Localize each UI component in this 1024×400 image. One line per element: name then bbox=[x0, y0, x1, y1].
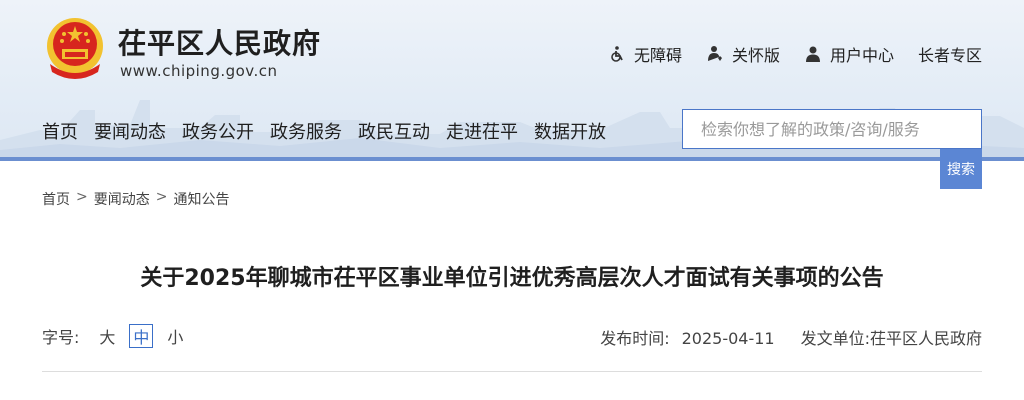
care-icon bbox=[707, 46, 722, 61]
publish-time: 发布时间: 2025-04-11 bbox=[600, 325, 774, 349]
nav-home[interactable]: 首页 bbox=[42, 118, 78, 144]
nav-gov-services[interactable]: 政务服务 bbox=[270, 118, 342, 144]
issuer-value: 茌平区人民政府 bbox=[869, 329, 982, 348]
user-center-label: 用户中心 bbox=[829, 46, 894, 65]
breadcrumb-notices[interactable]: 通知公告 bbox=[173, 189, 229, 209]
breadcrumb-news[interactable]: 要闻动态 bbox=[94, 189, 150, 209]
font-size-medium[interactable]: 中 bbox=[129, 324, 154, 348]
top-links: 无障碍 关怀版 用户中心 长者专区 bbox=[608, 42, 982, 66]
elderly-zone-link[interactable]: 长者专区 bbox=[918, 42, 982, 66]
main-nav: 首页 要闻动态 政务公开 政务服务 政民互动 走进茌平 数据开放 bbox=[42, 118, 606, 144]
site-title[interactable]: 茌平区人民政府 bbox=[118, 22, 321, 62]
user-center-link[interactable]: 用户中心 bbox=[804, 42, 894, 66]
issuer: 发文单位:茌平区人民政府 bbox=[801, 325, 982, 349]
search-input[interactable] bbox=[682, 109, 982, 149]
breadcrumb: 首页 > 要闻动态 > 通知公告 bbox=[42, 189, 229, 209]
header-divider bbox=[0, 157, 1024, 161]
font-size-large[interactable]: 大 bbox=[95, 324, 119, 348]
publish-time-label: 发布时间: bbox=[600, 329, 670, 348]
care-mode-label: 关怀版 bbox=[731, 46, 780, 65]
breadcrumb-separator: > bbox=[76, 189, 88, 205]
nav-open-data[interactable]: 数据开放 bbox=[534, 118, 606, 144]
site-url[interactable]: www.chiping.gov.cn bbox=[120, 62, 278, 80]
article-meta: 发布时间: 2025-04-11 发文单位:茌平区人民政府 bbox=[600, 325, 982, 349]
accessibility-label: 无障碍 bbox=[633, 46, 682, 65]
accessibility-link[interactable]: 无障碍 bbox=[608, 42, 682, 66]
elderly-zone-label: 长者专区 bbox=[917, 46, 982, 65]
font-size-small[interactable]: 小 bbox=[163, 324, 187, 348]
nav-about-chiping[interactable]: 走进茌平 bbox=[446, 118, 518, 144]
font-size-switcher: 字号: 大 中 小 bbox=[42, 324, 197, 348]
publish-time-value: 2025-04-11 bbox=[681, 329, 775, 348]
search-button[interactable]: 搜索 bbox=[940, 149, 982, 189]
national-emblem-logo bbox=[47, 18, 103, 79]
user-icon bbox=[805, 46, 820, 62]
care-mode-link[interactable]: 关怀版 bbox=[706, 42, 780, 66]
issuer-label: 发文单位: bbox=[800, 329, 870, 348]
nav-interaction[interactable]: 政民互动 bbox=[358, 118, 430, 144]
nav-news[interactable]: 要闻动态 bbox=[94, 118, 166, 144]
wheelchair-icon bbox=[611, 46, 623, 62]
article-title: 关于2025年聊城市茌平区事业单位引进优秀高层次人才面试有关事项的公告 bbox=[140, 266, 884, 291]
font-size-label: 字号: bbox=[42, 328, 80, 347]
breadcrumb-separator: > bbox=[155, 189, 168, 205]
breadcrumb-home[interactable]: 首页 bbox=[42, 189, 70, 209]
meta-divider bbox=[42, 371, 982, 372]
nav-gov-affairs-public[interactable]: 政务公开 bbox=[182, 118, 254, 144]
